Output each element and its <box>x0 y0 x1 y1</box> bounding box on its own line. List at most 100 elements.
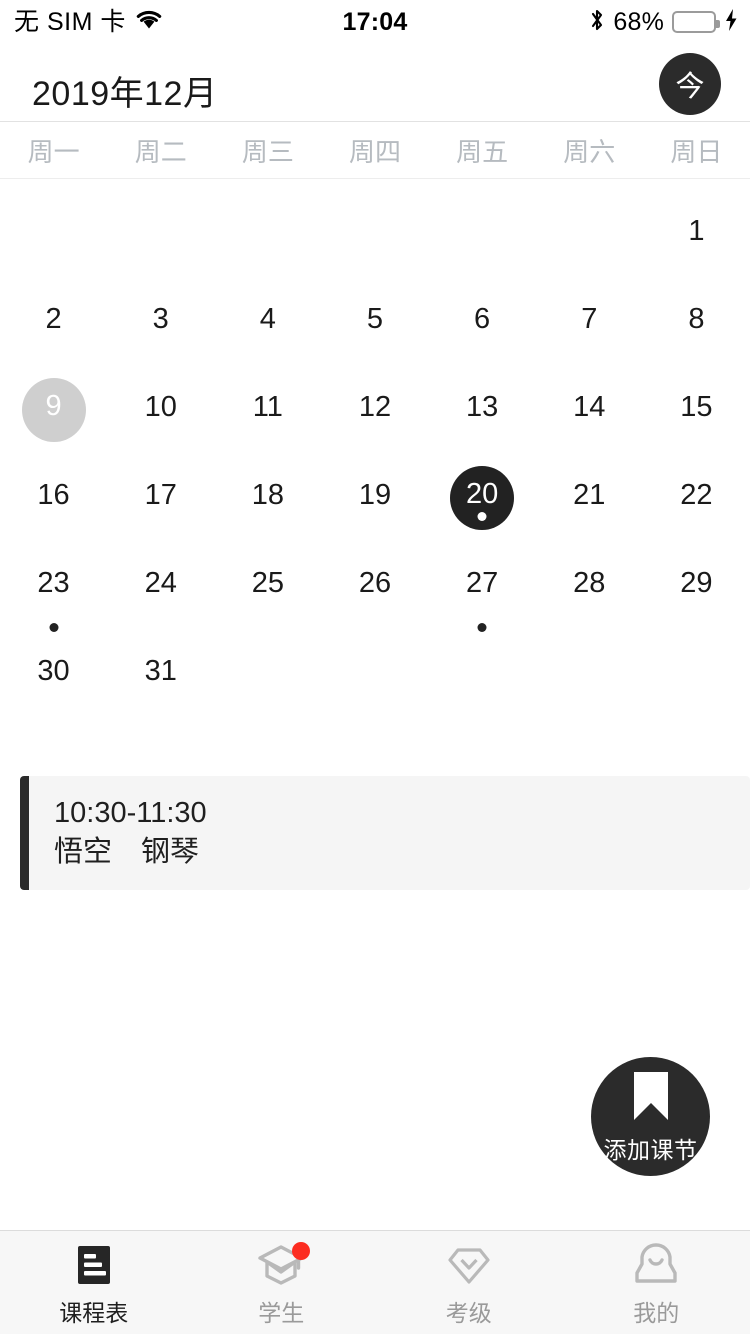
calendar-day-number: 20 <box>465 477 499 510</box>
calendar-cell: 7 <box>536 278 643 366</box>
today-button[interactable]: 今 <box>659 53 721 115</box>
calendar-day-28[interactable]: 28 <box>557 554 621 618</box>
tab-students[interactable]: 学生 <box>188 1231 376 1334</box>
calendar-day-4[interactable]: 4 <box>236 290 300 354</box>
calendar-day-number: 14 <box>573 390 606 423</box>
add-lesson-button[interactable]: 添加课节 <box>591 1057 710 1176</box>
calendar-day-number: 18 <box>251 478 284 511</box>
weekday-header-6: 周六 <box>563 137 616 167</box>
calendar-day-11[interactable]: 11 <box>236 378 300 442</box>
calendar-day-20[interactable]: 20 <box>450 466 515 530</box>
calendar-day-number: 24 <box>144 566 177 599</box>
calendar-day-number: 5 <box>366 302 384 335</box>
calendar-cell: 9 <box>0 366 107 454</box>
calendar-day-17[interactable]: 17 <box>129 466 193 530</box>
calendar-cell <box>214 630 321 718</box>
calendar-day-empty <box>343 202 407 266</box>
calendar-day-number: 23 <box>37 566 70 599</box>
calendar-day-number: 12 <box>358 390 392 423</box>
calendar-day-number: 1 <box>688 214 705 247</box>
calendar-cell: 22 <box>643 454 750 542</box>
calendar-day-empty <box>236 202 300 266</box>
calendar-cell: 8 <box>643 278 750 366</box>
tab-mine[interactable]: 我的 <box>563 1231 750 1334</box>
calendar-day-8[interactable]: 8 <box>664 290 728 354</box>
schedule-list-icon <box>72 1242 116 1288</box>
calendar-day-3[interactable]: 3 <box>129 290 193 354</box>
calendar-day-23[interactable]: 23 <box>22 554 86 632</box>
calendar-day-number: 4 <box>259 302 276 335</box>
weekday-header-3: 周三 <box>241 137 294 167</box>
calendar-day-22[interactable]: 22 <box>664 466 728 530</box>
calendar-day-number: 26 <box>358 566 392 599</box>
today-button-label: 今 <box>675 71 705 103</box>
weekday-header-4: 周四 <box>348 137 401 167</box>
calendar-cell: 25 <box>214 542 321 630</box>
calendar-day-10[interactable]: 10 <box>129 378 193 442</box>
notification-badge <box>292 1241 311 1260</box>
calendar-day-24[interactable]: 24 <box>129 554 193 618</box>
calendar-day-number: 7 <box>581 302 598 335</box>
calendar-day-16[interactable]: 16 <box>22 466 86 530</box>
calendar-cell: 13 <box>429 366 536 454</box>
calendar-day-26[interactable]: 26 <box>343 554 407 618</box>
calendar-day-number: 30 <box>37 654 70 687</box>
calendar-day-number: 11 <box>252 390 283 423</box>
calendar-day-21[interactable]: 21 <box>557 466 621 530</box>
tab-exam-level[interactable]: 考级 <box>375 1231 563 1334</box>
add-lesson-label: 添加课节 <box>603 1137 698 1163</box>
calendar-day-number: 15 <box>680 390 713 423</box>
calendar-cell <box>321 190 428 278</box>
calendar-day-empty <box>343 642 407 706</box>
calendar-day-1[interactable]: 1 <box>664 202 728 266</box>
calendar-cell: 17 <box>107 454 214 542</box>
calendar-day-number: 2 <box>45 302 62 335</box>
calendar-day-6[interactable]: 6 <box>450 290 514 354</box>
calendar-week-row: 2 3 4 5 6 7 8 <box>0 278 750 366</box>
app-root: 无 SIM 卡 17:04 68% 2019年12月 今 周一 周二 周三 周四… <box>0 0 750 1334</box>
calendar-day-5[interactable]: 5 <box>343 290 407 354</box>
calendar-week-row: 9 10 11 12 13 14 15 <box>0 366 750 454</box>
calendar-day-empty <box>22 202 86 266</box>
calendar-day-30[interactable]: 30 <box>22 642 86 706</box>
tab-bar: 课程表 学生 考级 我的 <box>0 1230 750 1334</box>
calendar-day-number: 10 <box>144 390 177 423</box>
calendar-cell <box>321 630 428 718</box>
calendar-day-number: 28 <box>573 566 606 599</box>
calendar-day-7[interactable]: 7 <box>557 290 621 354</box>
calendar-day-12[interactable]: 12 <box>343 378 407 442</box>
calendar-day-number: 29 <box>680 566 713 599</box>
calendar-day-27[interactable]: 27 <box>450 554 514 632</box>
calendar-cell: 11 <box>214 366 321 454</box>
calendar-day-9[interactable]: 9 <box>21 378 86 442</box>
calendar-day-13[interactable]: 13 <box>450 378 514 442</box>
calendar-cell: 21 <box>536 454 643 542</box>
calendar-day-empty <box>236 642 300 706</box>
calendar-day-number: 19 <box>358 478 392 511</box>
graduation-cap-icon <box>256 1241 311 1288</box>
calendar-cell: 26 <box>321 542 428 630</box>
event-card[interactable]: 10:30-11:30 悟空 钢琴 <box>20 776 750 891</box>
calendar-day-19[interactable]: 19 <box>343 466 407 530</box>
calendar-day-empty <box>450 202 514 266</box>
calendar-day-25[interactable]: 25 <box>236 554 300 618</box>
calendar-cell: 23 <box>0 542 107 632</box>
tab-schedule[interactable]: 课程表 <box>0 1231 188 1334</box>
calendar-cell: 29 <box>643 542 750 630</box>
calendar-day-15[interactable]: 15 <box>664 378 728 442</box>
calendar-day-number: 17 <box>144 478 177 511</box>
calendar-cell: 27 <box>429 542 536 632</box>
calendar-day-29[interactable]: 29 <box>664 554 728 618</box>
calendar-day-31[interactable]: 31 <box>129 642 193 706</box>
weekday-header-2: 周二 <box>134 137 187 167</box>
calendar-day-2[interactable]: 2 <box>22 290 86 354</box>
calendar-day-14[interactable]: 14 <box>557 378 621 442</box>
calendar-day-empty <box>450 642 514 706</box>
status-time: 17:04 <box>342 7 408 36</box>
calendar-day-number: 3 <box>152 302 169 335</box>
calendar-cell: 28 <box>536 542 643 630</box>
calendar-week-row: 23 24 25 26 27 28 29 <box>0 542 750 632</box>
calendar-cell: 5 <box>321 278 428 366</box>
weekday-header-7: 周日 <box>670 137 723 167</box>
calendar-day-18[interactable]: 18 <box>236 466 300 530</box>
